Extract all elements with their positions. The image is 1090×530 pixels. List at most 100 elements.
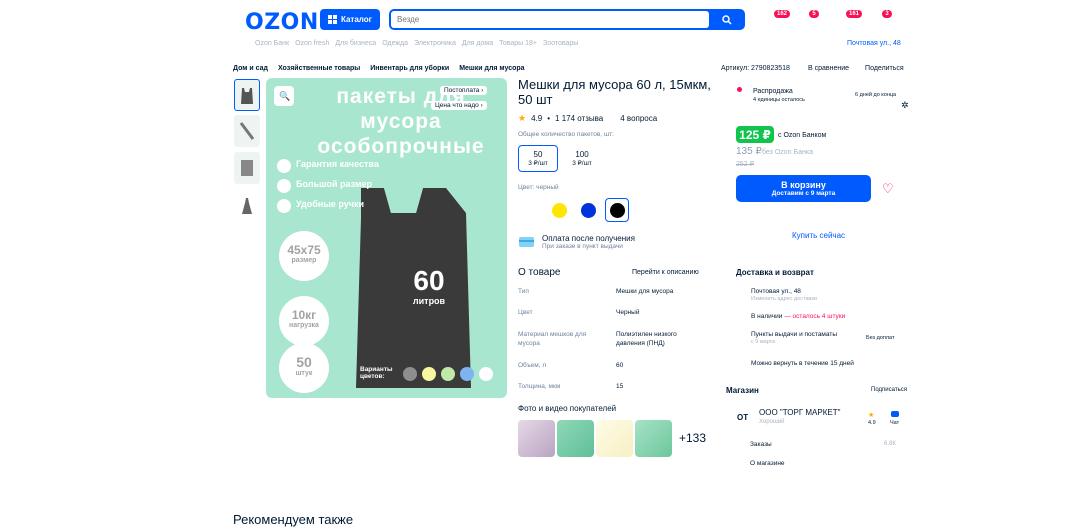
description-link[interactable]: Перейти к описанию	[632, 269, 699, 276]
subnav-item[interactable]: Ozon fresh	[295, 40, 329, 47]
subnav-item[interactable]: Электроника	[414, 40, 456, 47]
postpay-tag[interactable]: Постоплата ›	[440, 86, 488, 95]
reviews-link[interactable]: 1 174 отзыва	[555, 114, 603, 123]
breadcrumb-item[interactable]: Мешки для мусора	[459, 65, 524, 72]
share-button[interactable]: Поделиться	[865, 65, 904, 72]
spec-value: 15	[616, 383, 624, 390]
search-input[interactable]	[391, 11, 709, 28]
subnav-item[interactable]: Зоотовары	[543, 40, 578, 47]
spec-key: Объем, л	[518, 362, 547, 369]
chat-icon[interactable]	[891, 411, 899, 417]
size-value: 45x75	[287, 243, 321, 257]
customer-photo[interactable]	[557, 420, 594, 457]
gallery-thumbnail[interactable]	[234, 152, 260, 184]
header-cart[interactable]: 3	[879, 8, 895, 20]
subnav-item[interactable]: Для бизнеса	[335, 40, 376, 47]
delivery-address[interactable]: Почтовая ул., 48	[751, 288, 801, 295]
stock-left: осталось 4 штуки	[792, 313, 846, 320]
questions-link[interactable]: 4 вопроса	[620, 114, 657, 123]
catalog-button[interactable]: Каталог	[320, 9, 380, 30]
load-label: нагрузка	[289, 322, 319, 329]
about-shop-link[interactable]: О магазине	[750, 460, 785, 467]
header-favorites[interactable]: 161	[846, 8, 863, 20]
card-icon	[519, 237, 534, 247]
ozon-bank-label: c Ozon Банком	[778, 132, 827, 139]
sale-days: 6 дней до конца	[855, 92, 897, 98]
sub-navigation: Ozon Банк Ozon fresh Для бизнеса Одежда …	[255, 40, 578, 47]
breadcrumb-item[interactable]: Инвентарь для уборки	[370, 65, 449, 72]
breadcrumb: Дом и сад Хозяйственные товары Инвентарь…	[233, 65, 525, 72]
feature-3: Удобные ручки	[296, 199, 365, 209]
location-link[interactable]: Почтовая ул., 48	[847, 40, 901, 47]
buy-now-button[interactable]: Купить сейчас	[792, 231, 845, 240]
product-main-image[interactable]: 🔍 пакеты для мусора особопрочные Постопл…	[266, 78, 507, 398]
heart-icon[interactable]: ♡	[882, 181, 894, 197]
shop-name[interactable]: ООО "ТОРГ МАРКЕТ"	[759, 408, 840, 417]
cart-label: В корзину	[781, 180, 826, 190]
header-orders[interactable]: 5	[806, 8, 822, 20]
stock-status: В наличии — осталось 4 штуки	[751, 313, 846, 320]
old-price: 252 ₽	[736, 161, 755, 168]
photos-title: Фото и видео покупателей	[518, 404, 617, 413]
spec-value: Полиэтилен низкого давления (ПНД)	[616, 331, 677, 347]
shop-avatar[interactable]: ОТ	[737, 413, 748, 422]
pay-after-title: Оплата после получения	[542, 234, 635, 243]
cart-badge: 3	[882, 10, 892, 18]
search-icon	[722, 14, 732, 25]
spec-value: 60	[616, 362, 624, 369]
article-number[interactable]: Артикул: 2790823518	[721, 65, 790, 72]
load-value: 10кг	[291, 308, 317, 322]
postpay-tag-label: Постоплата	[444, 87, 480, 94]
add-to-cart-button[interactable]: В корзину Доставим с 9 марта	[736, 175, 871, 202]
compare-button[interactable]: В сравнение	[808, 65, 849, 72]
price-check-tag-label: Цена что надо	[435, 102, 479, 109]
sale-icon	[737, 87, 742, 92]
zoom-icon[interactable]: 🔍	[279, 91, 290, 102]
color-swatch-yellow[interactable]	[547, 198, 571, 222]
volume-number: 60	[413, 265, 445, 296]
breadcrumb-item[interactable]: Хозяйственные товары	[278, 65, 360, 72]
customer-photo[interactable]	[635, 420, 672, 457]
gallery-thumbnail[interactable]	[234, 190, 260, 222]
customer-photo[interactable]	[596, 420, 633, 457]
pack-label: Общее количество пакетов, шт:	[518, 131, 614, 138]
points-badge: 162	[774, 10, 791, 18]
spec-key: Тип	[518, 288, 529, 295]
pack-qty: 100	[575, 150, 589, 159]
subscribe-button[interactable]: Подписаться	[871, 387, 907, 393]
delivery-address-sub[interactable]: Изменить адрес доставки	[751, 296, 817, 302]
header-points[interactable]: 162	[774, 8, 791, 20]
chat-label[interactable]: Чат	[890, 420, 899, 426]
customer-photo[interactable]	[518, 420, 555, 457]
gallery-thumbnail[interactable]	[234, 79, 260, 111]
count-callout: 50 штук	[279, 354, 329, 377]
shop-status: Хороший	[759, 419, 785, 425]
color-swatch-blue[interactable]	[576, 198, 600, 222]
count-label: штук	[295, 370, 313, 377]
shop-orders-count: 6.8К	[884, 441, 896, 447]
subnav-item[interactable]: Для дома	[462, 40, 493, 47]
return-policy[interactable]: Можно вернуть в течение 15 дней	[751, 360, 854, 367]
spec-value: Мешки для мусора	[616, 288, 674, 295]
grid-icon	[328, 15, 337, 24]
subnav-item[interactable]: Товары 18+	[499, 40, 537, 47]
spec-key: Цвет	[518, 309, 533, 316]
photos-more[interactable]: +133	[679, 431, 706, 445]
ozon-logo[interactable]: OZON	[245, 10, 319, 35]
search-button[interactable]	[709, 9, 745, 30]
pack-option-100[interactable]: 100 3 ₽/шт	[562, 145, 602, 172]
catalog-label: Каталог	[341, 15, 372, 24]
orders-badge: 5	[809, 10, 819, 18]
pickup-title[interactable]: Пункты выдачи и постаматы	[751, 331, 837, 338]
color-swatch-black[interactable]	[605, 198, 629, 222]
delivery-title: Доставка и возврат	[736, 268, 814, 277]
gallery-thumbnail[interactable]	[234, 115, 260, 147]
subnav-item[interactable]: Ozon Банк	[255, 40, 289, 47]
price-check-tag[interactable]: Цена что надо ›	[431, 101, 487, 110]
pickup-date: с 9 марта	[751, 339, 776, 345]
pack-price: 3 ₽/шт	[528, 160, 548, 167]
sale-left: 4 единицы осталось	[753, 97, 805, 103]
subnav-item[interactable]: Одежда	[382, 40, 408, 47]
pack-option-50[interactable]: 50 3 ₽/шт	[518, 145, 558, 172]
breadcrumb-item[interactable]: Дом и сад	[233, 65, 268, 72]
